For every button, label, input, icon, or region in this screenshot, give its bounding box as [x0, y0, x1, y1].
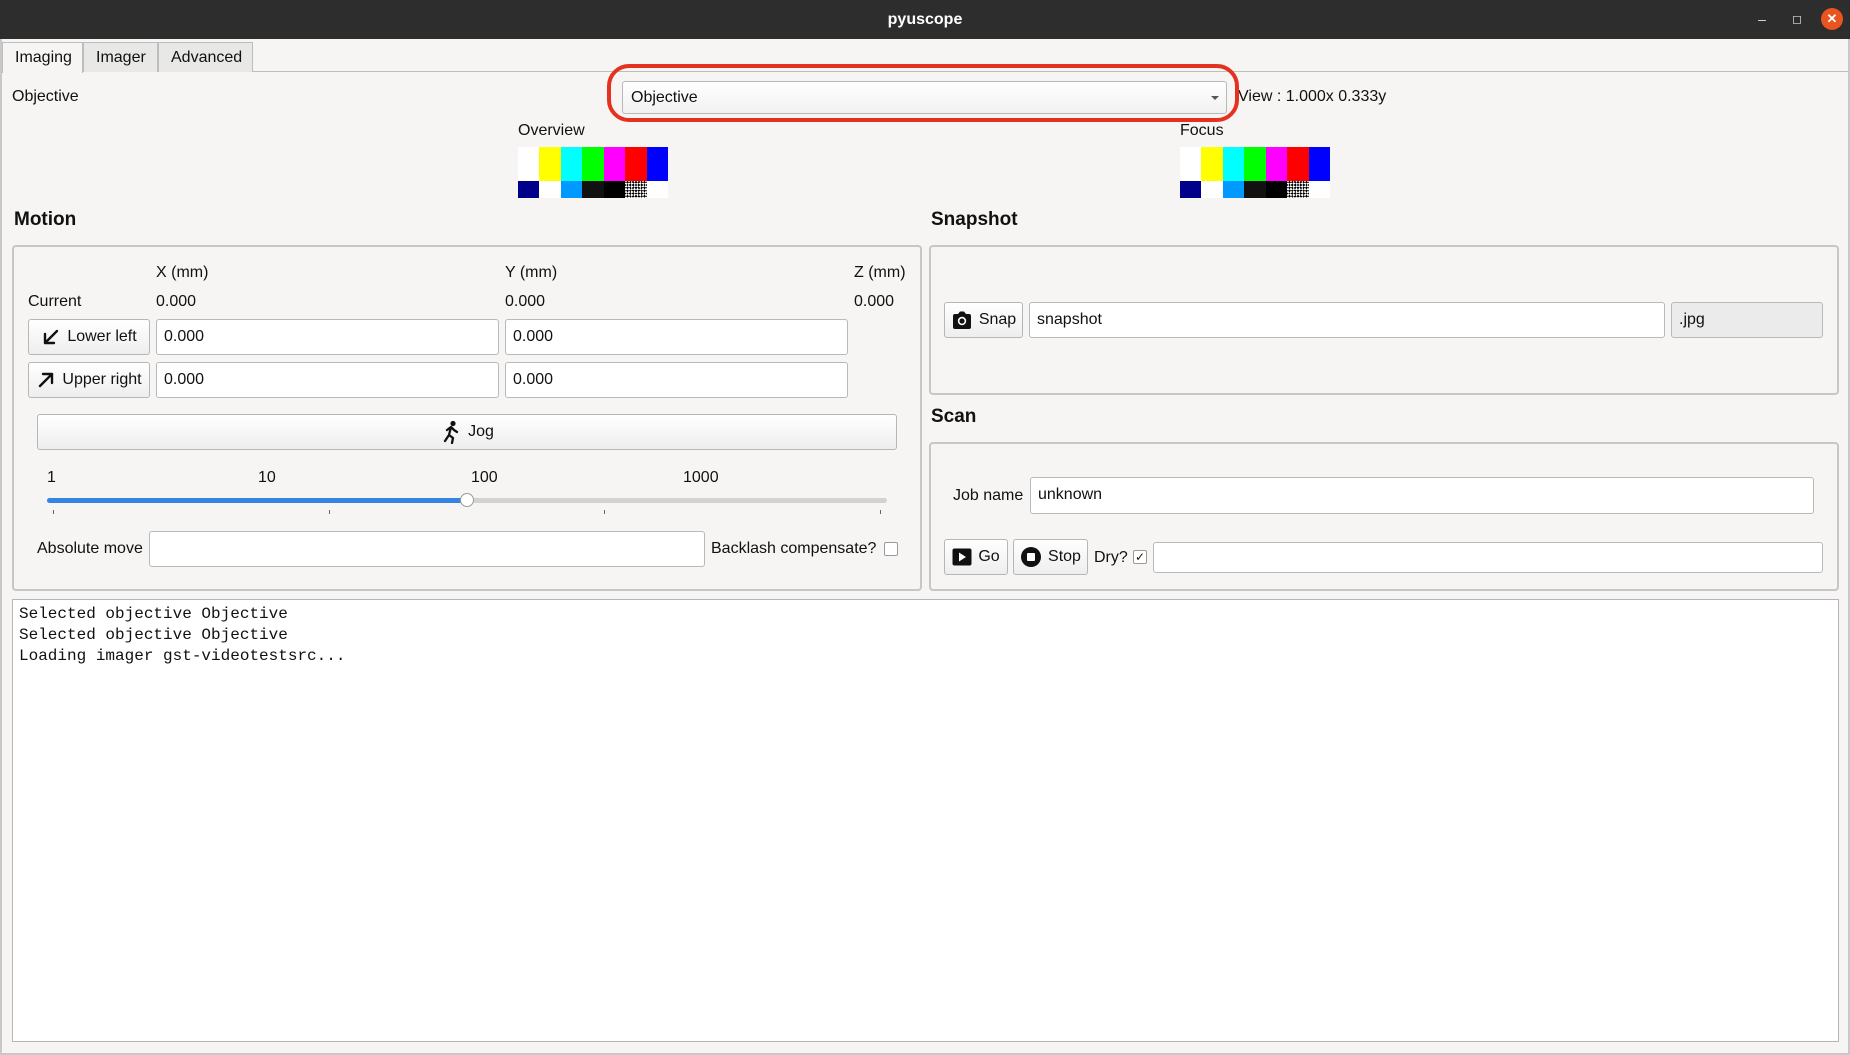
upper-right-label: Upper right: [62, 371, 142, 388]
log-line: Selected objective Objective: [19, 626, 288, 644]
current-y-value: 0.000: [505, 293, 546, 310]
window-title: pyuscope: [887, 11, 963, 28]
scan-status-field: [1153, 542, 1823, 573]
tab-imager[interactable]: Imager: [83, 42, 158, 72]
jog-scale-fill: [47, 498, 467, 503]
x-mm-header: X (mm): [156, 264, 209, 281]
slider-tick: [329, 510, 330, 514]
play-icon: [952, 548, 972, 566]
slider-tick: [53, 510, 54, 514]
backlash-compensate-label: Backlash compensate?: [711, 540, 877, 557]
dry-run-checkbox[interactable]: ✓: [1133, 550, 1147, 564]
log-line: Loading imager gst-videotestsrc...: [19, 647, 346, 665]
lower-left-x-input[interactable]: 0.000: [156, 319, 499, 355]
absolute-move-input[interactable]: [149, 531, 705, 567]
slider-label-1: 1: [47, 469, 56, 486]
arrow-up-right-icon: [39, 372, 54, 388]
overview-preview: [518, 147, 668, 198]
tab-imaging[interactable]: Imaging: [2, 42, 83, 73]
lower-left-label: Lower left: [67, 328, 137, 345]
current-z-value: 0.000: [854, 293, 895, 310]
backlash-compensate-checkbox[interactable]: [884, 542, 898, 556]
lower-left-button[interactable]: Lower left: [28, 319, 150, 355]
motion-title: Motion: [14, 209, 77, 230]
current-x-value: 0.000: [156, 293, 197, 310]
jog-button[interactable]: Jog: [37, 414, 897, 450]
go-label: Go: [978, 548, 1000, 565]
close-icon[interactable]: ✕: [1821, 8, 1843, 30]
minimize-icon[interactable]: –: [1751, 9, 1773, 31]
objective-dropdown-value: Objective: [631, 89, 698, 106]
snapshot-title: Snapshot: [931, 209, 1018, 230]
snap-label: Snap: [978, 311, 1017, 328]
lower-left-y-input[interactable]: 0.000: [505, 319, 848, 355]
slider-tick: [880, 510, 881, 514]
z-mm-header: Z (mm): [854, 264, 906, 281]
overview-label: Overview: [518, 122, 585, 139]
objective-label: Objective: [12, 88, 79, 105]
job-name-label: Job name: [953, 487, 1024, 504]
stop-button[interactable]: Stop: [1013, 539, 1088, 575]
slider-label-10: 10: [258, 469, 276, 486]
snapshot-filename-input[interactable]: snapshot: [1029, 302, 1665, 338]
running-person-icon: [443, 420, 459, 444]
dry-run-label: Dry?: [1094, 549, 1128, 566]
tab-advanced[interactable]: Advanced: [158, 42, 253, 72]
upper-right-y-input[interactable]: 0.000: [505, 362, 848, 398]
job-name-input[interactable]: unknown: [1030, 477, 1814, 514]
absolute-move-label: Absolute move: [37, 540, 143, 557]
slider-label-1000: 1000: [683, 469, 719, 486]
objective-dropdown[interactable]: Objective: [622, 81, 1227, 114]
arrow-down-left-icon: [44, 329, 59, 345]
jog-scale-handle[interactable]: [460, 493, 474, 507]
y-mm-header: Y (mm): [505, 264, 558, 281]
maximize-icon[interactable]: ◻: [1786, 9, 1808, 31]
current-label: Current: [28, 293, 82, 310]
stop-label: Stop: [1048, 548, 1081, 565]
view-scale-text: View : 1.000x 0.333y: [1238, 88, 1387, 105]
snapshot-extension-field: .jpg: [1671, 302, 1823, 338]
jog-label: Jog: [468, 423, 494, 440]
go-button[interactable]: Go: [944, 539, 1008, 575]
focus-label: Focus: [1180, 122, 1224, 139]
chevron-down-icon: [1211, 96, 1219, 100]
slider-tick: [604, 510, 605, 514]
snap-button[interactable]: Snap: [944, 302, 1023, 338]
log-line: Selected objective Objective: [19, 605, 288, 623]
scan-title: Scan: [931, 406, 977, 427]
focus-preview: [1180, 147, 1330, 198]
slider-label-100: 100: [471, 469, 498, 486]
camera-icon: [952, 311, 971, 329]
tab-bar-divider: [0, 71, 1850, 72]
log-output[interactable]: Selected objective Objective Selected obj…: [12, 599, 1839, 1042]
upper-right-button[interactable]: Upper right: [28, 362, 150, 398]
upper-right-x-input[interactable]: 0.000: [156, 362, 499, 398]
stop-icon: [1021, 547, 1042, 567]
